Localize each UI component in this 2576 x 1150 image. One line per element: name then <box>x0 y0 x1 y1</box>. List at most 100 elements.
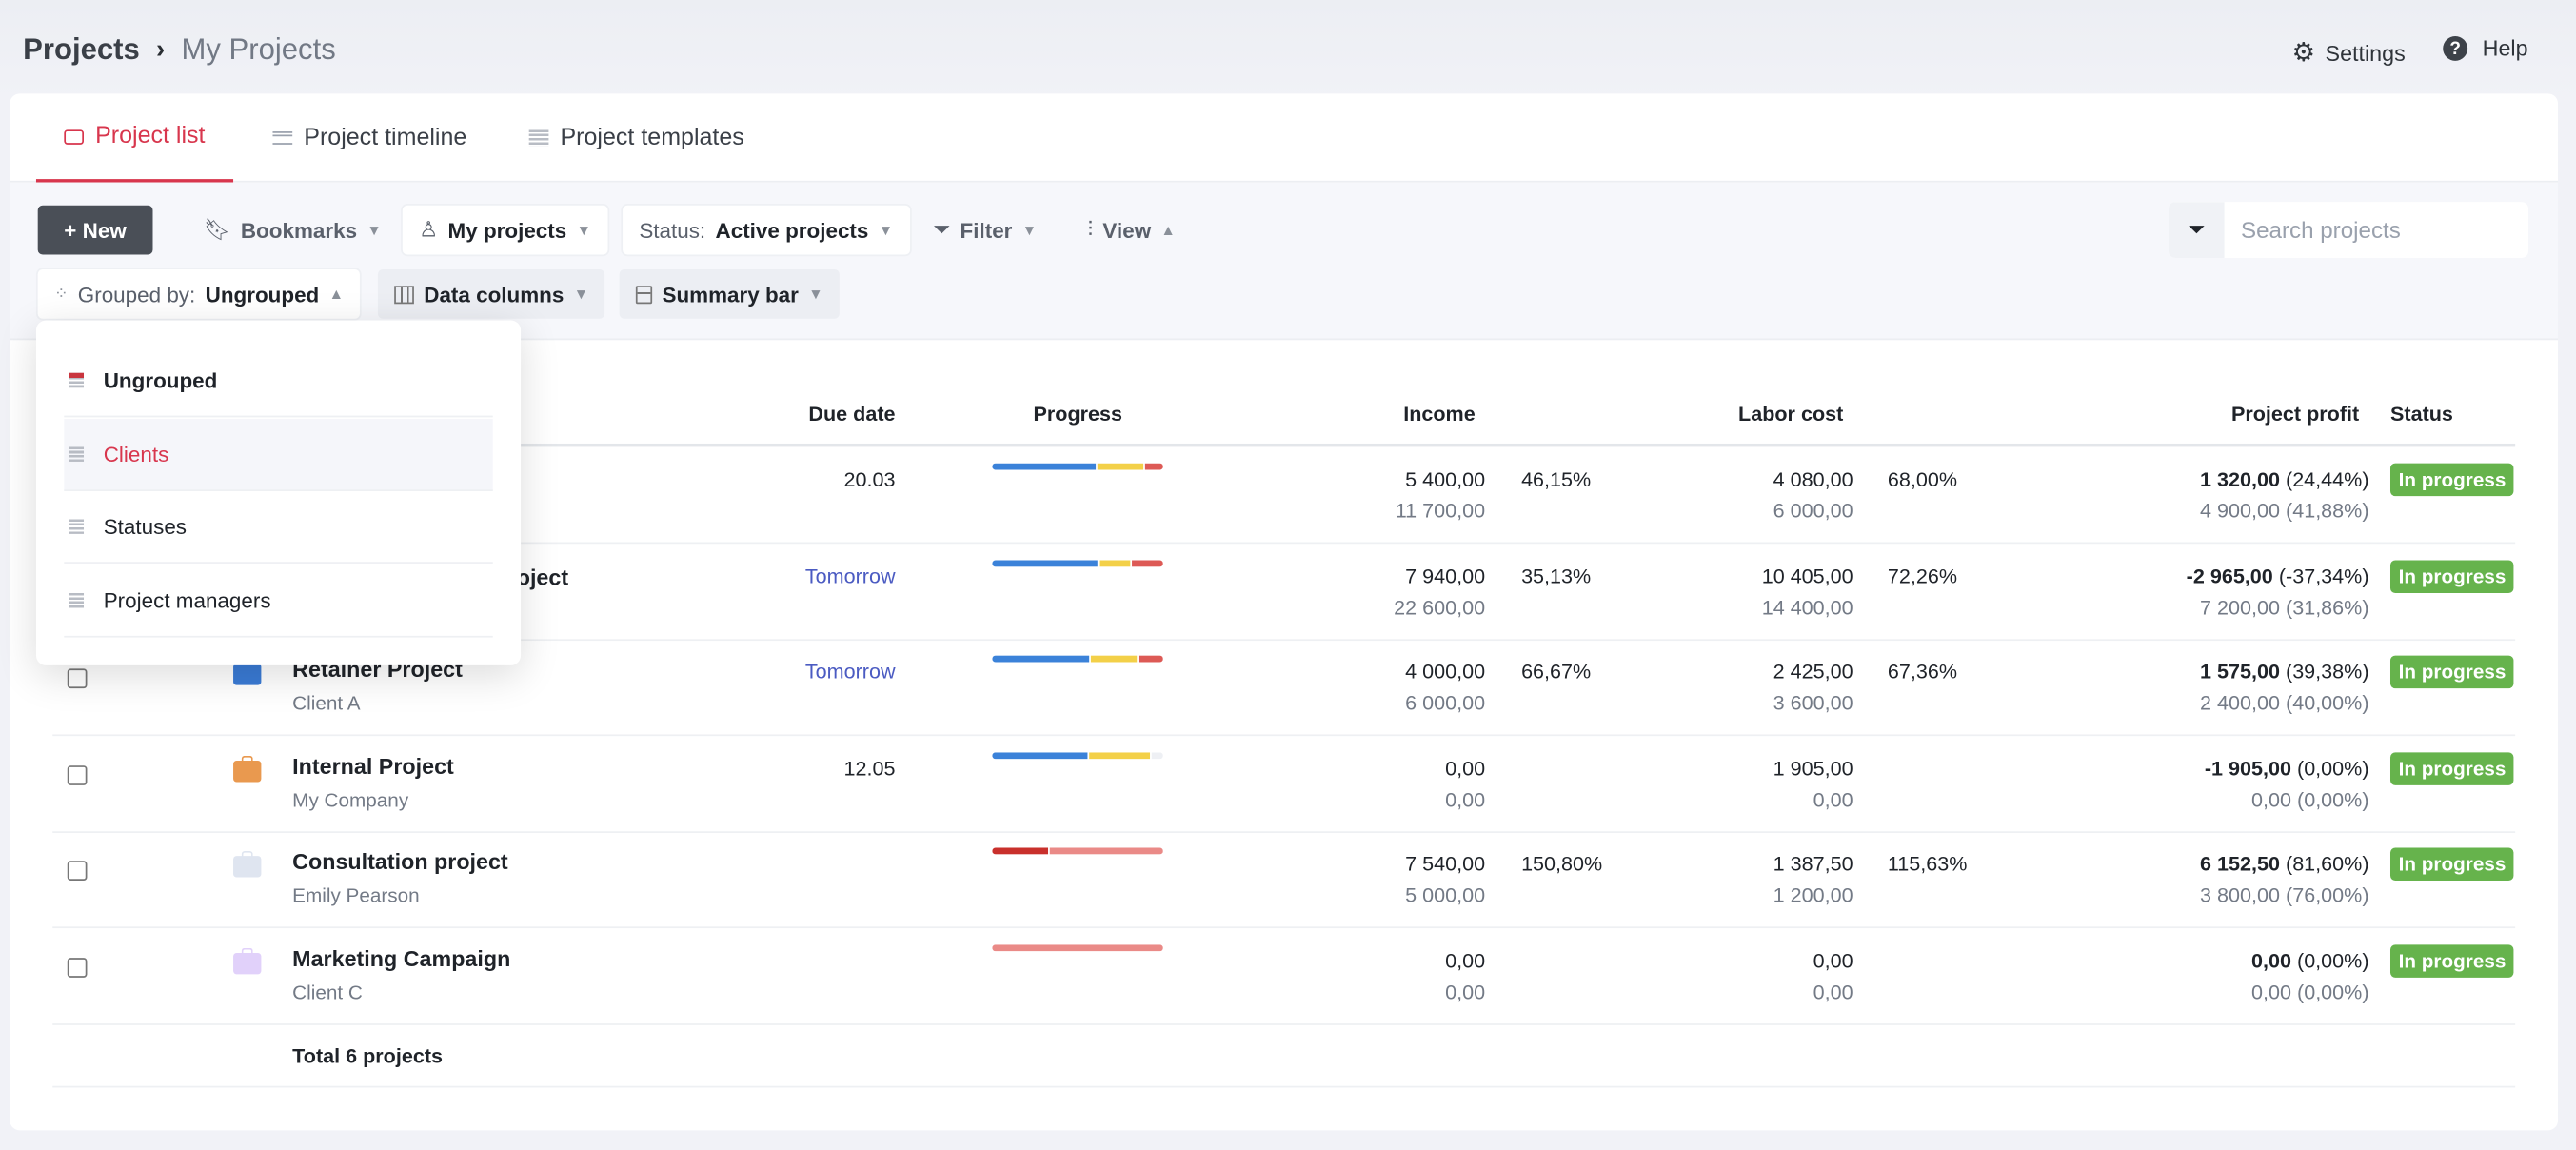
menu-item-clients[interactable]: Clients <box>64 419 493 492</box>
labor-cost-planned: 0,00 <box>1813 981 1853 1004</box>
progress-segment <box>992 559 1099 566</box>
grouped-by-dropdown[interactable]: ⁘ Grouped by: Ungrouped ▲ <box>37 269 361 319</box>
labor-cost-value: 2 425,00 <box>1773 661 1853 684</box>
progress-bar <box>992 848 1163 856</box>
status-badge[interactable]: In progress <box>2389 655 2515 689</box>
funnel-icon: ⏷ <box>933 216 951 242</box>
income-planned: 5 000,00 <box>1405 884 1486 908</box>
settings-button[interactable]: ⚙ Settings <box>2291 36 2405 69</box>
income-value: 7 540,00 <box>1405 853 1486 877</box>
progress-segment <box>1138 655 1163 663</box>
due-date: Tomorrow <box>804 564 896 588</box>
tab-project-list[interactable]: Project list <box>35 93 233 183</box>
labor-cost-value: 0,00 <box>1813 949 1853 973</box>
search-box: ⏷ <box>2169 202 2528 258</box>
status-badge[interactable]: In progress <box>2389 848 2515 882</box>
list-icon <box>69 372 85 388</box>
progress-segment <box>1098 463 1143 470</box>
briefcase-icon <box>233 659 262 685</box>
help-button[interactable]: ? Help <box>2443 35 2528 61</box>
summary-bar-dropdown[interactable]: Summary bar ▼ <box>619 269 840 319</box>
progress-segment <box>992 463 1097 470</box>
profit-value: 0,00 (0,00%) <box>2250 949 2369 973</box>
briefcase-icon <box>233 851 262 879</box>
view-dropdown[interactable]: ⫶ View ▲ <box>1071 206 1192 255</box>
bookmarks-dropdown[interactable]: 🔖︎ Bookmarks ▼ <box>188 206 398 255</box>
status-badge[interactable]: In progress <box>2389 944 2515 978</box>
income-planned: 0,00 <box>1445 981 1486 1004</box>
breadcrumb-current: My Projects <box>181 32 336 67</box>
progress-segment <box>1049 848 1163 856</box>
help-label: Help <box>2482 35 2528 61</box>
new-button[interactable]: + New <box>37 205 153 255</box>
bookmark-icon: 🔖︎ <box>203 216 231 242</box>
row-checkbox[interactable] <box>67 861 88 882</box>
income-percent: 46,15% <box>1521 467 1592 492</box>
header-labor-cost[interactable]: Labor cost <box>1653 403 1843 426</box>
income-planned: 0,00 <box>1445 788 1486 812</box>
project-name[interactable]: Internal Project <box>292 754 454 779</box>
tab-bar: Project list Project timeline Project te… <box>10 93 2559 183</box>
profit-value: -2 965,00 (-37,34%) <box>2186 564 2369 588</box>
progress-bar <box>992 752 1163 759</box>
breadcrumb-root[interactable]: Projects <box>23 33 140 68</box>
labor-cost-value: 1 905,00 <box>1773 757 1853 781</box>
profit-planned: 3 800,00 (76,00%) <box>2200 884 2369 908</box>
menu-item-statuses[interactable]: Statuses <box>64 491 493 564</box>
tab-project-templates[interactable]: Project templates <box>528 93 744 182</box>
briefcase-icon <box>233 755 262 783</box>
tab-label: Project timeline <box>304 125 467 151</box>
header-due-date[interactable]: Due date <box>700 403 895 426</box>
progress-bar <box>992 559 1163 566</box>
my-projects-dropdown[interactable]: ♙ My projects ▼ <box>402 205 608 255</box>
profit-planned: 4 900,00 (41,88%) <box>2200 499 2369 523</box>
header-income[interactable]: Income <box>1291 403 1476 426</box>
labor-cost-planned: 6 000,00 <box>1773 499 1853 523</box>
row-checkbox[interactable] <box>67 764 88 785</box>
project-name[interactable]: Marketing Campaign <box>292 946 510 971</box>
menu-item-project-managers[interactable]: Project managers <box>64 565 493 638</box>
table-row[interactable]: Consultation project Emily Pearson 7 540… <box>52 832 2516 929</box>
status-badge[interactable]: In progress <box>2389 463 2515 497</box>
caret-down-icon: ▼ <box>878 221 894 239</box>
settings-label: Settings <box>2325 40 2406 66</box>
labor-cost-planned: 3 600,00 <box>1773 691 1853 716</box>
total-row: Total 6 projects <box>52 1025 2516 1088</box>
header-progress[interactable]: Progress <box>1034 403 1123 426</box>
labor-cost-value: 1 387,50 <box>1773 853 1853 877</box>
data-columns-dropdown[interactable]: Data columns ▼ <box>377 269 605 319</box>
table-row[interactable]: Internal Project My Company 12.05 0,00 0… <box>52 736 2516 833</box>
tab-label: Project templates <box>560 125 744 151</box>
profit-value: 6 152,50 (81,60%) <box>2199 853 2369 877</box>
menu-item-ungrouped[interactable]: Ungrouped <box>64 345 493 418</box>
progress-segment <box>1089 752 1150 759</box>
profit-planned: 2 400,00 (40,00%) <box>2200 691 2369 716</box>
project-client: Emily Pearson <box>292 884 420 908</box>
progress-segment <box>1131 559 1163 566</box>
progress-segment <box>1144 463 1163 470</box>
income-value: 4 000,00 <box>1405 661 1486 684</box>
profit-value: 1 575,00 (39,38%) <box>2199 661 2369 684</box>
labor-cost-percent: 72,26% <box>1887 564 1958 588</box>
project-client: Client C <box>292 981 363 1004</box>
progress-segment <box>992 655 1090 663</box>
tab-project-timeline[interactable]: Project timeline <box>272 93 466 182</box>
project-name[interactable]: Consultation project <box>292 850 508 875</box>
filter-dropdown[interactable]: ⏷ Filter ▼ <box>917 206 1053 255</box>
header-project-profit[interactable]: Project profit <box>2112 403 2359 426</box>
table-row[interactable]: Marketing Campaign Client C 0,00 0,00 0,… <box>52 928 2516 1025</box>
funnel-icon[interactable]: ⏷ <box>2169 202 2225 258</box>
grid-icon: ⁘ <box>53 285 69 304</box>
status-dropdown[interactable]: Status: Active projects ▼ <box>623 205 910 255</box>
income-planned: 6 000,00 <box>1405 691 1486 716</box>
help-icon: ? <box>2443 35 2468 61</box>
header-status[interactable]: Status <box>2390 403 2453 426</box>
row-checkbox[interactable] <box>67 958 88 978</box>
income-percent: 150,80% <box>1521 853 1603 877</box>
status-badge[interactable]: In progress <box>2389 752 2515 785</box>
status-badge[interactable]: In progress <box>2389 559 2515 593</box>
row-checkbox[interactable] <box>67 668 88 689</box>
labor-cost-planned: 14 400,00 <box>1761 595 1853 619</box>
gear-icon: ⚙ <box>2291 39 2316 68</box>
search-input[interactable] <box>2224 202 2521 258</box>
